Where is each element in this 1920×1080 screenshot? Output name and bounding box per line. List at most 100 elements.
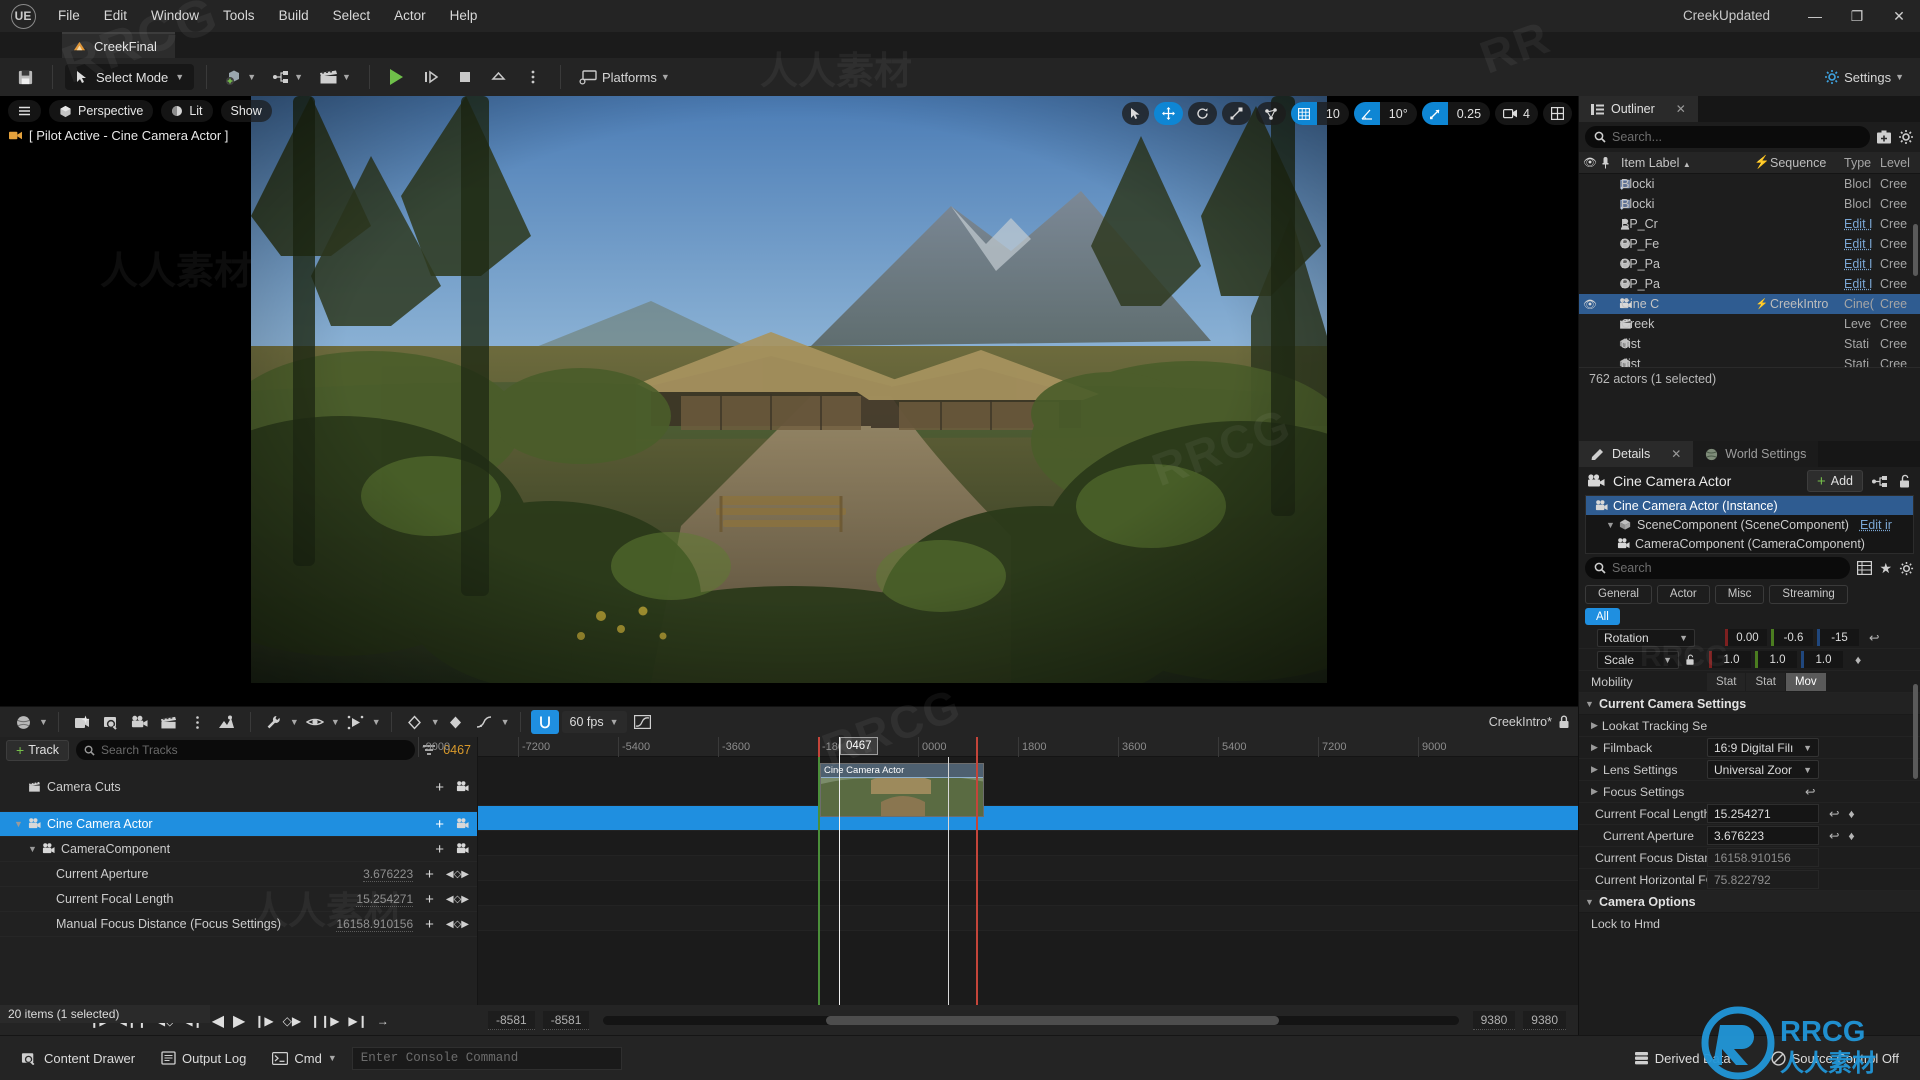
create-camera-button[interactable]	[69, 710, 95, 734]
range-start-field-2[interactable]: -8581	[542, 1011, 590, 1030]
keyframe-nav[interactable]: ◀◇▶	[446, 919, 477, 930]
chevron-down-icon[interactable]: ▼	[290, 717, 299, 727]
track-value[interactable]: 3.676223	[363, 867, 414, 882]
mobility-option[interactable]: Stat	[1746, 672, 1785, 691]
property-row[interactable]: ▶ Lens Settings Universal Zoor ▼	[1579, 759, 1920, 781]
angle-snap-group[interactable]: 10°	[1353, 102, 1417, 125]
add-key-icon[interactable]: +	[429, 779, 450, 796]
outliner-row[interactable]: dist Stati Cree	[1579, 354, 1920, 367]
column-sequence[interactable]: Sequence	[1770, 156, 1844, 170]
chevron-down-icon[interactable]: ▼	[501, 717, 510, 727]
favorites-star-icon[interactable]: ★	[1879, 560, 1892, 577]
grid-snap-toggle[interactable]	[1290, 102, 1317, 125]
viewport-perspective-button[interactable]: Perspective	[49, 100, 154, 122]
angle-snap-value[interactable]: 10°	[1380, 107, 1417, 121]
details-search-input[interactable]: Search	[1585, 557, 1851, 579]
column-layout-icon[interactable]	[1857, 561, 1873, 575]
mobility-row[interactable]: Mobility Stat Stat Mov	[1579, 671, 1920, 693]
cinematics-button[interactable]: ▼	[313, 64, 357, 90]
track-row[interactable]: ▼ CameraComponent +	[0, 837, 477, 862]
keyframe-nav[interactable]: ◀◇▶	[446, 894, 477, 905]
curve-editor-button[interactable]	[630, 710, 656, 734]
property-row[interactable]: ▶Lookat Tracking Settin...	[1579, 715, 1920, 737]
add-key-icon[interactable]: +	[429, 816, 450, 833]
track-camera-icon[interactable]	[456, 780, 477, 794]
rotation-z[interactable]: -15	[1817, 629, 1859, 646]
add-component-button[interactable]: + Add	[1806, 470, 1863, 492]
outliner-row[interactable]: Creek Leve Cree	[1579, 314, 1920, 334]
expand-arrow-icon[interactable]: ▶	[1591, 720, 1598, 731]
expand-arrow-icon[interactable]: ▶	[1591, 764, 1599, 775]
coordinate-system-button[interactable]	[1255, 102, 1286, 125]
outliner-row[interactable]: BP_Pa Edit I Cree	[1579, 274, 1920, 294]
chevron-down-icon[interactable]: ▼	[372, 717, 381, 727]
outliner-row[interactable]: BP_Cr Edit I Cree	[1579, 214, 1920, 234]
track-row[interactable]: Camera Cuts +	[0, 763, 477, 812]
source-control-button[interactable]: Source Control Off	[1760, 1045, 1910, 1071]
scale-z[interactable]: 1.0	[1801, 651, 1843, 668]
fps-selector[interactable]: 60 fps ▼	[561, 711, 627, 733]
timeline-row[interactable]	[478, 757, 1578, 806]
track-value[interactable]: 16158.910156	[336, 917, 414, 932]
rotation-row[interactable]: Rotation ▼ 0.00 -0.6 -15 ↩	[1579, 627, 1920, 649]
add-keyframe-icon[interactable]: ♦	[1855, 653, 1861, 667]
stop-button[interactable]	[450, 64, 480, 90]
playhead-line[interactable]	[839, 737, 840, 1005]
minimize-button[interactable]: —	[1794, 0, 1836, 32]
menu-build[interactable]: Build	[267, 0, 321, 32]
scale-combo[interactable]: Scale ▼	[1597, 650, 1679, 669]
reset-icon[interactable]: ↩	[1829, 829, 1839, 843]
lock-icon[interactable]	[1558, 715, 1570, 729]
next-marker-icon[interactable]: ◇▶	[283, 1014, 301, 1028]
scale-row[interactable]: Scale ▼ 1.0 1.0 1.0 ♦	[1579, 649, 1920, 671]
output-log-button[interactable]: Output Log	[150, 1045, 257, 1071]
add-key-icon[interactable]: +	[419, 891, 440, 908]
next-key-icon[interactable]: ❙❙▶	[310, 1014, 339, 1028]
unlock-icon[interactable]	[1897, 474, 1912, 489]
grid-snap-value[interactable]: 10	[1317, 107, 1349, 121]
menu-tools[interactable]: Tools	[211, 0, 267, 32]
scale-x[interactable]: 1.0	[1709, 651, 1751, 668]
camera-speed-button[interactable]: 4	[1495, 102, 1538, 125]
gear-icon[interactable]	[1898, 129, 1914, 145]
cmd-button[interactable]: Cmd ▼	[261, 1045, 347, 1071]
property-row[interactable]: ▶ Focus Settings ↩	[1579, 781, 1920, 803]
column-item-label[interactable]: Item Label ▲	[1621, 156, 1754, 170]
marker-button[interactable]	[443, 710, 469, 734]
property-combo[interactable]: 16:9 Digital Filı ▼	[1707, 738, 1819, 757]
track-search-input[interactable]: Search Tracks	[75, 740, 416, 760]
component-row[interactable]: Cine Camera Actor (Instance)	[1586, 496, 1913, 515]
tab-details[interactable]: Details ✕	[1579, 441, 1694, 467]
filter-tab-misc[interactable]: Misc	[1714, 584, 1765, 604]
expand-arrow-icon[interactable]: ▼	[14, 819, 23, 829]
timeline-row[interactable]	[478, 806, 1578, 831]
rotate-tool-button[interactable]	[1187, 102, 1217, 125]
timeline-row[interactable]	[478, 831, 1578, 856]
step-forward-icon[interactable]: ❙▶	[254, 1014, 273, 1028]
component-row[interactable]: ▼ SceneComponent (SceneComponent) Edit ir	[1586, 515, 1913, 534]
outliner-row-type[interactable]: Edit I	[1844, 237, 1880, 251]
add-folder-icon[interactable]	[1876, 130, 1892, 145]
viewport-show-button[interactable]: Show	[220, 100, 272, 122]
track-camera-icon[interactable]	[456, 842, 477, 856]
track-list[interactable]: Camera Cuts + ▼ Cine Camera Actor + ▼ CameraCo…	[0, 763, 477, 937]
outliner-row[interactable]: 👁 Cine C ⚡ CreekIntro Cine(Cree	[1579, 294, 1920, 314]
property-combo[interactable]: Universal Zoor ▼	[1707, 760, 1819, 779]
track-row[interactable]: Current Aperture 3.676223 + ◀◇▶	[0, 862, 477, 887]
scale-snap-value[interactable]: 0.25	[1448, 107, 1490, 121]
add-keyframe-icon[interactable]: ♦	[1848, 829, 1854, 843]
angle-snap-toggle[interactable]	[1353, 102, 1380, 125]
scale-tool-button[interactable]	[1221, 102, 1251, 125]
add-track-button[interactable]: + Track	[6, 739, 69, 761]
track-camera-icon[interactable]	[456, 817, 477, 831]
rotation-y[interactable]: -0.6	[1771, 629, 1813, 646]
edit-link[interactable]: Edit ir	[1860, 518, 1892, 532]
settings-button[interactable]: Settings ▼	[1818, 64, 1910, 90]
find-button[interactable]	[98, 710, 124, 734]
range-end-field[interactable]: 9380	[1472, 1011, 1516, 1030]
key-button[interactable]	[402, 710, 428, 734]
chevron-down-icon[interactable]: ▼	[431, 717, 440, 727]
track-value[interactable]: 15.254271	[356, 892, 414, 907]
track-row[interactable]: Manual Focus Distance (Focus Settings) 16…	[0, 912, 477, 937]
keyframe-nav[interactable]: ◀◇▶	[446, 869, 477, 880]
